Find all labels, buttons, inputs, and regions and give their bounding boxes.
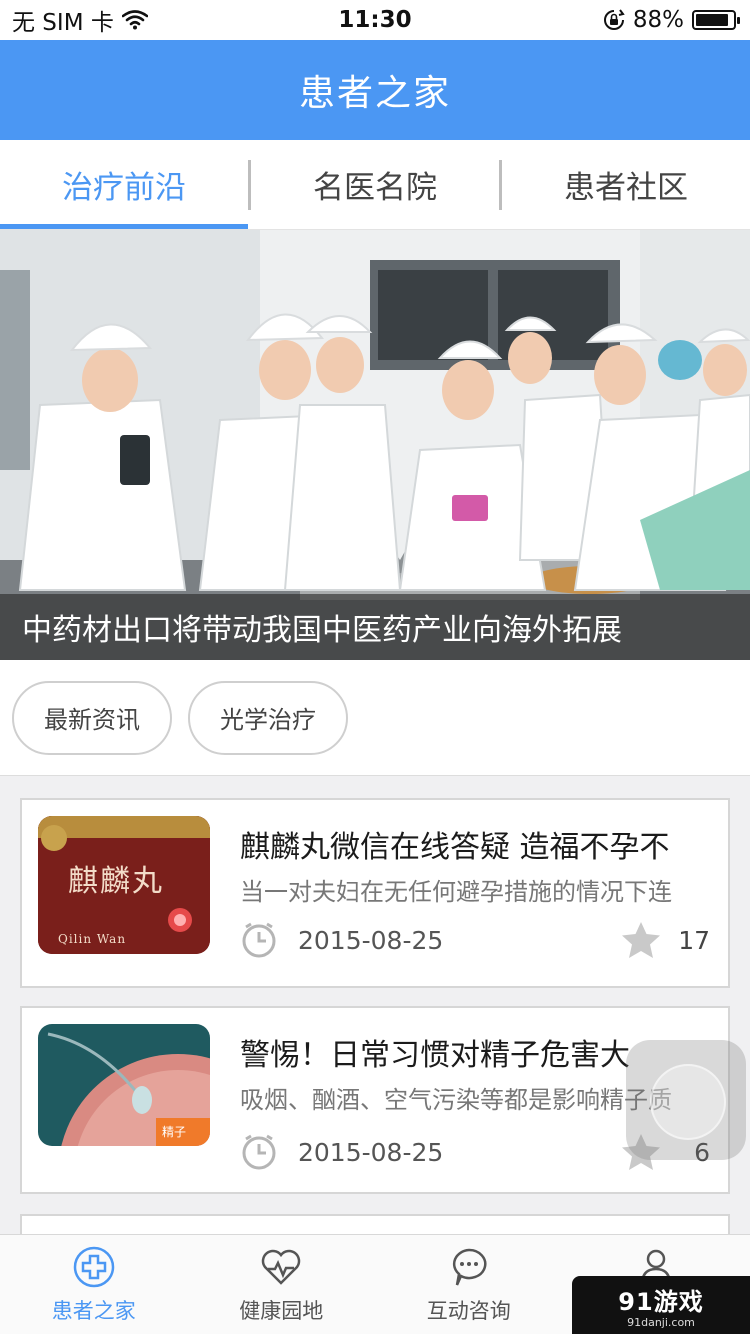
battery-percent: 88% (632, 7, 684, 33)
bottom-tab-health-garden[interactable]: 健康园地 (188, 1235, 376, 1334)
tab-label: 名医名院 (313, 170, 437, 206)
nav-bar: 患者之家 (0, 40, 750, 140)
thumb-brand-text: 麒麟丸 (68, 864, 164, 899)
chat-bubble-icon (452, 1248, 487, 1286)
bottom-tab-patient-home[interactable]: 患者之家 (0, 1235, 188, 1334)
status-bar: 无 SIM 卡 11:30 88% (0, 0, 750, 40)
article-card[interactable]: 麒麟丸 Qilin Wan 麒麟丸微信在线答疑 造福不孕不 当一对夫妇在无任何避… (20, 798, 730, 988)
bottom-tab-label: 患者之家 (51, 1299, 136, 1323)
watermark-logo: 91游戏 (618, 1287, 704, 1316)
carrier-label: 无 SIM 卡 (12, 10, 114, 36)
article-date: 2015-08-25 (298, 925, 444, 955)
chip-optical-therapy[interactable]: 光学治疗 (188, 680, 348, 755)
article-date: 2015-08-25 (298, 1137, 444, 1167)
bottom-tab-label: 健康园地 (239, 1299, 324, 1323)
battery-fill (696, 14, 728, 26)
banner-carousel[interactable]: 中药材出口将带动我国中医药产业向海外拓展 (0, 230, 750, 660)
clock-icon (242, 922, 276, 958)
article-card[interactable]: 精子 警惕！日常习惯对精子危害大 吸烟、酗酒、空气污染等都是影响精子质 2015… (20, 1006, 730, 1194)
battery-icon (692, 10, 740, 30)
tab-bar: 治疗前沿 名医名院 患者社区 (0, 140, 750, 230)
page-title: 患者之家 (298, 73, 451, 114)
rotation-lock-icon (603, 9, 625, 30)
status-left: 无 SIM 卡 (12, 3, 148, 37)
thumb-tag: 精子 (162, 1125, 187, 1139)
thumb-brand-subtext: Qilin Wan (58, 932, 127, 946)
watermark-url: 91danji.com (627, 1315, 695, 1329)
clock-icon (242, 1134, 276, 1170)
site-watermark: 91游戏 91danji.com (572, 1276, 750, 1334)
article-thumbnail: 精子 (38, 1024, 210, 1146)
tab-famous-doctors[interactable]: 名医名院 (251, 140, 499, 229)
tab-label: 患者社区 (564, 170, 688, 206)
chip-label: 最新资讯 (44, 706, 140, 734)
category-chips: 最新资讯 光学治疗 (0, 660, 750, 776)
bottom-tab-label: 互动咨询 (426, 1299, 511, 1323)
medical-cross-icon (73, 1246, 114, 1288)
tab-treatment-frontier[interactable]: 治疗前沿 (0, 140, 248, 229)
chip-label: 光学治疗 (220, 706, 316, 734)
wifi-icon (121, 10, 148, 30)
status-right: 88% (603, 7, 740, 33)
article-meta: 2015-08-25 17 (240, 918, 710, 962)
heart-pulse-icon (262, 1249, 301, 1285)
star-icon[interactable] (620, 920, 662, 960)
bottom-tab-consultation[interactable]: 互动咨询 (375, 1235, 563, 1334)
article-summary: 当一对夫妇在无任何避孕措施的情况下连 (240, 878, 672, 906)
banner-caption: 中药材出口将带动我国中医药产业向海外拓展 (0, 594, 750, 660)
favorite-count: 17 (678, 925, 710, 955)
assistive-touch-button[interactable] (626, 1040, 746, 1160)
chip-latest-news[interactable]: 最新资讯 (12, 680, 172, 755)
article-title: 麒麟丸微信在线答疑 造福不孕不 (240, 830, 670, 865)
article-thumbnail: 麒麟丸 Qilin Wan (38, 816, 210, 954)
tab-label: 治疗前沿 (62, 170, 186, 206)
tab-patient-community[interactable]: 患者社区 (502, 140, 750, 229)
